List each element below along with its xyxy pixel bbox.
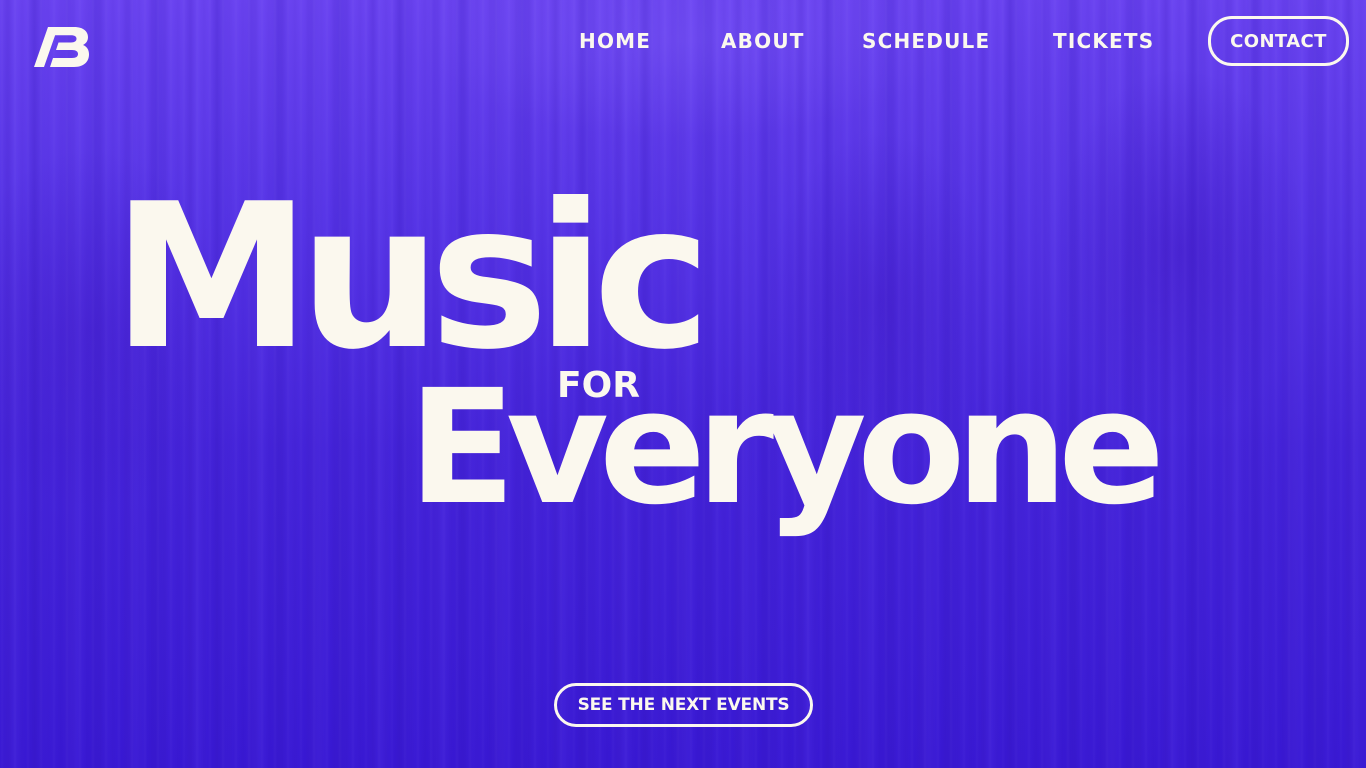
hero-headline-everyone: Everyone: [408, 356, 1165, 540]
ab-monogram-logo-icon: [34, 27, 89, 67]
nav-schedule-link[interactable]: SCHEDULE: [862, 28, 990, 54]
nav-home-link[interactable]: HOME: [579, 28, 651, 54]
see-next-events-button[interactable]: SEE THE NEXT EVENTS: [554, 683, 813, 727]
contact-button[interactable]: CONTACT: [1208, 16, 1349, 66]
brand-logo[interactable]: [34, 24, 90, 68]
nav-tickets-link[interactable]: TICKETS: [1053, 28, 1154, 54]
nav-about-link[interactable]: ABOUT: [721, 28, 805, 54]
